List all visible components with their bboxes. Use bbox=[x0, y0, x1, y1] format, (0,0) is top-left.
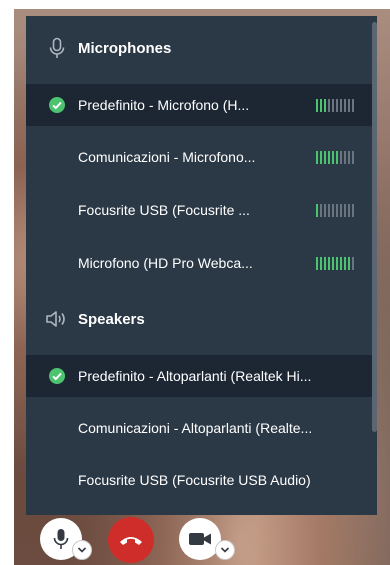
level-meter-bar bbox=[328, 150, 330, 164]
microphone-options-button[interactable] bbox=[72, 540, 92, 560]
level-meter-bar bbox=[344, 203, 346, 217]
microphone-option-label: Microfono (HD Pro Webca... bbox=[78, 255, 253, 271]
check-icon bbox=[49, 97, 65, 113]
device-selection-menu: Microphones Predefinito - Microfono (H..… bbox=[26, 16, 377, 515]
camera-options-button[interactable] bbox=[215, 540, 235, 560]
level-meter-bar bbox=[352, 150, 354, 164]
level-meter-bar bbox=[336, 256, 338, 270]
level-meter-bar bbox=[332, 150, 334, 164]
level-meter-bar bbox=[352, 98, 354, 112]
level-meter-bar bbox=[332, 203, 334, 217]
chevron-down-icon bbox=[220, 547, 230, 553]
microphone-icon bbox=[44, 35, 70, 61]
level-meter-bar bbox=[320, 150, 322, 164]
level-meter-bar bbox=[332, 98, 334, 112]
menu-scrollbar[interactable] bbox=[372, 22, 377, 432]
level-meter-bar bbox=[344, 150, 346, 164]
speakers-title: Speakers bbox=[78, 310, 145, 328]
input-level-meter bbox=[316, 256, 354, 270]
level-meter-bar bbox=[320, 203, 322, 217]
level-meter-bar bbox=[340, 203, 342, 217]
level-meter-bar bbox=[348, 150, 350, 164]
level-meter-bar bbox=[340, 256, 342, 270]
camera-button[interactable] bbox=[179, 518, 221, 560]
level-meter-bar bbox=[344, 98, 346, 112]
speaker-option[interactable]: Predefinito - Altoparlanti (Realtek Hi..… bbox=[26, 355, 377, 397]
level-meter-bar bbox=[320, 98, 322, 112]
level-meter-bar bbox=[344, 256, 346, 270]
chevron-down-icon bbox=[77, 547, 87, 553]
level-meter-bar bbox=[348, 256, 350, 270]
level-meter-bar bbox=[352, 203, 354, 217]
speaker-option[interactable]: Comunicazioni - Altoparlanti (Realte... bbox=[26, 407, 377, 449]
speaker-option[interactable]: Focusrite USB (Focusrite USB Audio) bbox=[26, 459, 377, 501]
level-meter-bar bbox=[332, 256, 334, 270]
level-meter-bar bbox=[328, 256, 330, 270]
microphone-option[interactable]: Microfono (HD Pro Webca... bbox=[26, 242, 377, 284]
microphone-icon bbox=[53, 529, 69, 549]
microphone-option[interactable]: Focusrite USB (Focusrite ... bbox=[26, 189, 377, 231]
level-meter-bar bbox=[324, 203, 326, 217]
level-meter-bar bbox=[336, 203, 338, 217]
level-meter-bar bbox=[316, 203, 318, 217]
phone-hangup-icon bbox=[120, 537, 142, 545]
check-icon bbox=[49, 368, 65, 384]
level-meter-bar bbox=[340, 98, 342, 112]
speaker-option-label: Predefinito - Altoparlanti (Realtek Hi..… bbox=[78, 368, 312, 384]
input-level-meter bbox=[316, 98, 354, 112]
microphone-option-label: Comunicazioni - Microfono... bbox=[78, 149, 256, 165]
microphone-option[interactable]: Comunicazioni - Microfono... bbox=[26, 136, 377, 178]
input-level-meter bbox=[316, 150, 354, 164]
level-meter-bar bbox=[336, 150, 338, 164]
microphone-option-label: Focusrite USB (Focusrite ... bbox=[78, 202, 250, 218]
microphones-header: Microphones bbox=[26, 30, 377, 66]
level-meter-bar bbox=[324, 150, 326, 164]
speaker-icon bbox=[44, 306, 70, 332]
microphone-option[interactable]: Predefinito - Microfono (H... bbox=[26, 84, 377, 126]
level-meter-bar bbox=[352, 256, 354, 270]
video-camera-icon bbox=[189, 533, 211, 545]
input-level-meter bbox=[316, 203, 354, 217]
level-meter-bar bbox=[316, 98, 318, 112]
end-call-button[interactable] bbox=[108, 517, 154, 563]
level-meter-bar bbox=[340, 150, 342, 164]
level-meter-bar bbox=[336, 98, 338, 112]
microphone-option-label: Predefinito - Microfono (H... bbox=[78, 97, 250, 113]
speakers-header: Speakers bbox=[26, 301, 377, 337]
speaker-option-label: Focusrite USB (Focusrite USB Audio) bbox=[78, 472, 311, 488]
level-meter-bar bbox=[328, 98, 330, 112]
level-meter-bar bbox=[324, 98, 326, 112]
level-meter-bar bbox=[348, 203, 350, 217]
level-meter-bar bbox=[316, 256, 318, 270]
level-meter-bar bbox=[324, 256, 326, 270]
level-meter-bar bbox=[328, 203, 330, 217]
microphones-title: Microphones bbox=[78, 39, 172, 57]
level-meter-bar bbox=[320, 256, 322, 270]
speaker-option-label: Comunicazioni - Altoparlanti (Realte... bbox=[78, 420, 313, 436]
level-meter-bar bbox=[348, 98, 350, 112]
level-meter-bar bbox=[316, 150, 318, 164]
